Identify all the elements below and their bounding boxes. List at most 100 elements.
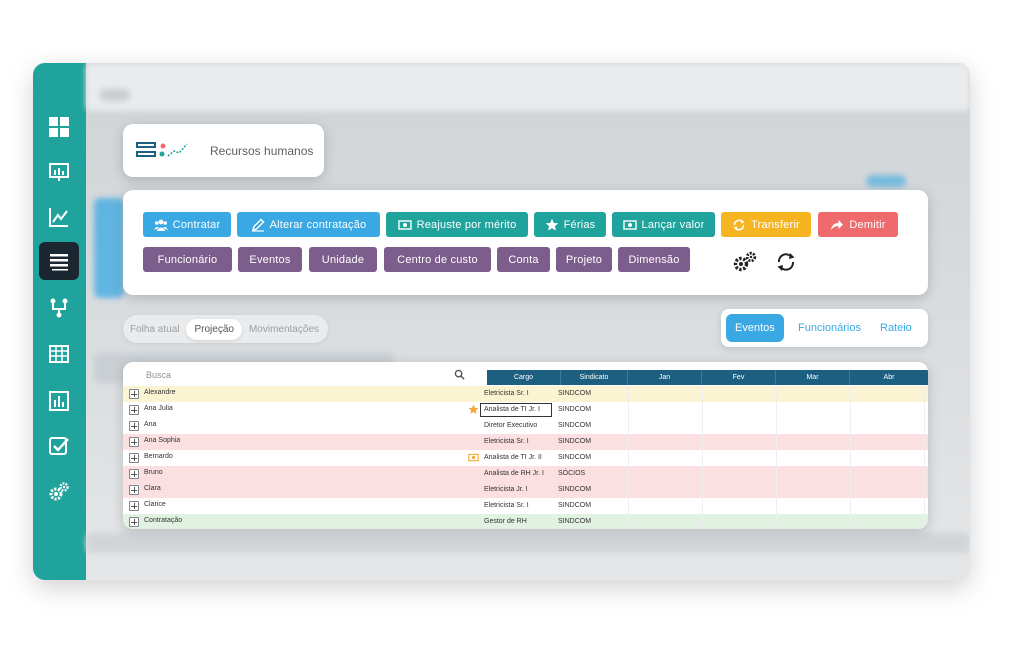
column-divider: [850, 434, 851, 450]
table-row[interactable]: Contratação Gestor de RH SINDCOM: [123, 514, 928, 529]
tab-projecao[interactable]: Projeção: [186, 318, 242, 340]
filter-unidade-button[interactable]: Unidade: [309, 247, 377, 272]
column-divider: [776, 466, 777, 482]
expand-icon[interactable]: [129, 389, 139, 399]
expand-icon[interactable]: [129, 405, 139, 415]
column-header-sindicato[interactable]: Sindicato: [561, 370, 628, 385]
sidebar-item-hierarchy[interactable]: [39, 289, 79, 327]
settings-button[interactable]: [730, 247, 760, 277]
employee-name: Bernardo: [144, 453, 173, 460]
tab-movimentacoes[interactable]: Movimentações: [242, 324, 326, 335]
tab-folha-atual[interactable]: Folha atual: [123, 324, 186, 335]
cargo-cell[interactable]: Eletricista Sr. I: [484, 502, 529, 509]
blurred-header: [86, 63, 970, 111]
sidebar-item-settings[interactable]: [39, 473, 79, 511]
column-header-jan[interactable]: Jan: [628, 370, 702, 385]
column-header-abr[interactable]: Abr: [850, 370, 928, 385]
reajuste-por-merito-button[interactable]: Reajuste por mérito: [386, 212, 528, 237]
tab-funcionarios[interactable]: Funcionários: [798, 309, 861, 347]
column-header-cargo[interactable]: Cargo: [487, 370, 561, 385]
expand-icon[interactable]: [129, 453, 139, 463]
filter-projeto-button[interactable]: Projeto: [556, 247, 612, 272]
tab-eventos[interactable]: Eventos: [726, 314, 784, 342]
expand-icon[interactable]: [129, 469, 139, 479]
contratar-label: Contratar: [172, 218, 221, 231]
refresh-button[interactable]: [771, 247, 801, 277]
expand-icon[interactable]: [129, 517, 139, 527]
cargo-cell[interactable]: Eletricista Sr. I: [484, 438, 529, 445]
column-divider: [628, 450, 629, 466]
column-header-mar[interactable]: Mar: [776, 370, 850, 385]
cargo-cell[interactable]: Analista de TI Jr. I: [484, 406, 540, 413]
table-row[interactable]: Alexandre Eletricista Sr. I SINDCOM: [123, 386, 928, 402]
star-icon: [468, 404, 479, 414]
gears-icon: [49, 482, 69, 501]
cargo-cell[interactable]: Eletricista Sr. I: [484, 390, 529, 397]
app-window: Recursos humanos Contratar Alterar contr…: [33, 63, 970, 580]
table-row[interactable]: Ana Sophia Eletricista Sr. I SINDCOM: [123, 434, 928, 450]
demitir-button[interactable]: Demitir: [818, 212, 898, 237]
table-row[interactable]: Clarice Eletricista Sr. I SINDCOM: [123, 498, 928, 514]
employee-name: Ana Sophia: [144, 437, 181, 444]
search-icon[interactable]: [454, 369, 465, 380]
alterar-contratacao-button[interactable]: Alterar contratação: [237, 212, 380, 237]
column-divider: [628, 402, 629, 418]
sidebar-item-table[interactable]: [39, 335, 79, 373]
lancar-valor-button[interactable]: Lançar valor: [612, 212, 715, 237]
blurred-element: [86, 533, 970, 553]
expand-icon[interactable]: [129, 501, 139, 511]
column-divider: [628, 434, 629, 450]
sidebar-item-presentation[interactable]: [39, 153, 79, 191]
sindicato-cell[interactable]: SINDCOM: [558, 406, 591, 413]
cargo-cell[interactable]: Diretor Executivo: [484, 422, 537, 429]
sidebar-item-line-chart[interactable]: [39, 198, 79, 236]
cargo-cell[interactable]: Analista de TI Jr. II: [484, 454, 542, 461]
filter-centro-de-custo-button[interactable]: Centro de custo: [384, 247, 491, 272]
sindicato-cell[interactable]: SINDCOM: [558, 502, 591, 509]
sidebar-item-tasks[interactable]: [39, 427, 79, 465]
table-row[interactable]: Bernardo Analista de TI Jr. II SINDCOM: [123, 450, 928, 466]
contratar-button[interactable]: Contratar: [143, 212, 231, 237]
sindicato-cell[interactable]: SINDCOM: [558, 518, 591, 525]
sindicato-cell[interactable]: SINDCOM: [558, 390, 591, 397]
filter-eventos-button[interactable]: Eventos: [238, 247, 302, 272]
checkbox-icon: [49, 437, 69, 455]
expand-icon[interactable]: [129, 485, 139, 495]
cargo-cell[interactable]: Eletricista Jr. I: [484, 486, 528, 493]
search-input[interactable]: Busca: [139, 365, 471, 388]
sindicato-cell[interactable]: SINDCOM: [558, 422, 591, 429]
table-row[interactable]: Ana Julia Analista de TI Jr. I SINDCOM: [123, 402, 928, 418]
tab-rateio[interactable]: Rateio: [880, 309, 912, 347]
table-row[interactable]: Bruno Analista de RH Jr. I SÓCIOS: [123, 466, 928, 482]
sindicato-cell[interactable]: SÓCIOS: [558, 470, 585, 477]
money-icon: [468, 453, 479, 462]
expand-icon[interactable]: [129, 437, 139, 447]
employee-grid: Busca Cargo Sindicato Jan Fev Mar Abr Al…: [123, 362, 928, 529]
sidebar-item-dashboard[interactable]: [39, 108, 79, 146]
actions-toolbar: Contratar Alterar contratação Reajuste p…: [123, 190, 928, 295]
filter-dimensao-button[interactable]: Dimensão: [618, 247, 690, 272]
cargo-cell[interactable]: Analista de RH Jr. I: [484, 470, 544, 477]
employee-name: Ana: [144, 421, 157, 428]
filter-funcionario-button[interactable]: Funcionário: [143, 247, 232, 272]
filter-dimensao-label: Dimensão: [628, 253, 680, 266]
gears-icon: [733, 251, 757, 272]
line-chart-icon: [49, 208, 68, 227]
table-row[interactable]: Clara Eletricista Jr. I SINDCOM: [123, 482, 928, 498]
sindicato-cell[interactable]: SINDCOM: [558, 454, 591, 461]
sidebar-item-list[interactable]: [39, 242, 79, 280]
ferias-button[interactable]: Férias: [534, 212, 606, 237]
expand-icon[interactable]: [129, 421, 139, 431]
sidebar-item-bar-chart[interactable]: [39, 382, 79, 420]
column-header-fev[interactable]: Fev: [702, 370, 776, 385]
sindicato-cell[interactable]: SINDCOM: [558, 438, 591, 445]
column-divider: [924, 514, 925, 529]
column-divider: [924, 466, 925, 482]
column-divider: [702, 466, 703, 482]
cargo-cell[interactable]: Gestor de RH: [484, 518, 527, 525]
blurred-element: [100, 89, 130, 101]
sindicato-cell[interactable]: SINDCOM: [558, 486, 591, 493]
filter-conta-button[interactable]: Conta: [497, 247, 550, 272]
table-row[interactable]: Ana Diretor Executivo SINDCOM: [123, 418, 928, 434]
transferir-button[interactable]: Transferir: [721, 212, 811, 237]
